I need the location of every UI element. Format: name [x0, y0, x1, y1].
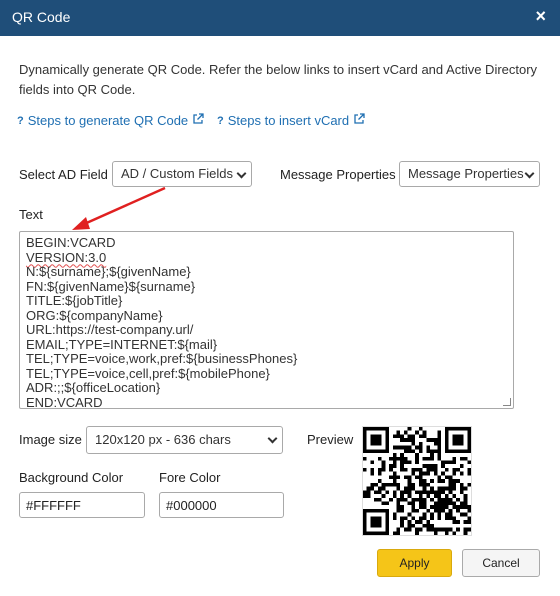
text-line: TITLE:${jobTitle}	[26, 293, 123, 308]
steps-insert-vcard-label: Steps to insert vCard	[227, 113, 350, 128]
chevron-down-icon	[236, 168, 247, 179]
help-icon: ?	[17, 114, 24, 127]
qr-code-preview	[362, 426, 472, 536]
text-line: URL:https://test-company.url/	[26, 322, 194, 337]
text-line: TEL;TYPE=voice,work,pref:${businessPhone…	[26, 351, 298, 366]
image-size-select-value: 120x120 px - 636 chars	[95, 432, 231, 447]
message-properties-select[interactable]: Message Properties	[399, 161, 540, 187]
red-arrow-annotation	[72, 186, 166, 230]
steps-insert-vcard-link[interactable]: ? Steps to insert vCard	[217, 113, 365, 128]
fore-color-input[interactable]: #000000	[159, 492, 284, 518]
text-line: ADR:;;${officeLocation}	[26, 380, 161, 395]
dialog-titlebar: QR Code ×	[0, 0, 560, 36]
ad-field-select-value: AD / Custom Fields	[121, 166, 233, 181]
steps-generate-qr-label: Steps to generate QR Code	[27, 113, 189, 128]
image-size-label: Image size	[19, 432, 82, 447]
chevron-down-icon	[267, 433, 278, 444]
fore-color-label: Fore Color	[159, 470, 221, 485]
external-link-icon	[353, 113, 365, 128]
background-color-input[interactable]: #FFFFFF	[19, 492, 145, 518]
text-line: BEGIN:VCARD	[26, 235, 116, 250]
help-icon: ?	[217, 114, 224, 127]
text-line: END:VCARD	[26, 394, 103, 409]
message-properties-label: Message Properties	[280, 167, 396, 182]
close-icon[interactable]: ×	[535, 6, 546, 27]
text-input[interactable]: BEGIN:VCARD VERSION:3.0 N:${surname};${g…	[19, 231, 514, 409]
chevron-down-icon	[524, 168, 535, 179]
ad-field-select[interactable]: AD / Custom Fields	[112, 161, 252, 187]
text-line: ORG:${companyName}	[26, 307, 163, 323]
preview-label: Preview	[307, 432, 354, 447]
qr-code-image	[363, 427, 471, 535]
text-line: TEL;TYPE=voice,cell,pref:${mobilePhone}	[26, 365, 270, 381]
apply-button[interactable]: Apply	[377, 549, 452, 577]
text-label: Text	[19, 207, 43, 222]
description-text: Dynamically generate QR Code. Refer the …	[19, 62, 538, 97]
dialog-title: QR Code	[12, 9, 71, 25]
cancel-button[interactable]: Cancel	[462, 549, 540, 577]
external-link-icon	[192, 113, 204, 128]
steps-generate-qr-link[interactable]: ? Steps to generate QR Code	[17, 113, 204, 128]
text-line: EMAIL;TYPE=INTERNET:${mail}	[26, 336, 218, 352]
select-ad-field-label: Select AD Field	[19, 167, 108, 182]
background-color-label: Background Color	[19, 470, 124, 485]
message-properties-select-value: Message Properties	[408, 166, 524, 181]
text-line: FN:${givenName}${surname}	[26, 278, 196, 294]
text-line: VERSION:3.0	[26, 249, 107, 265]
image-size-select[interactable]: 120x120 px - 636 chars	[86, 426, 283, 454]
text-line: N:${surname};${givenName}	[26, 264, 191, 279]
resize-handle[interactable]	[503, 398, 511, 406]
